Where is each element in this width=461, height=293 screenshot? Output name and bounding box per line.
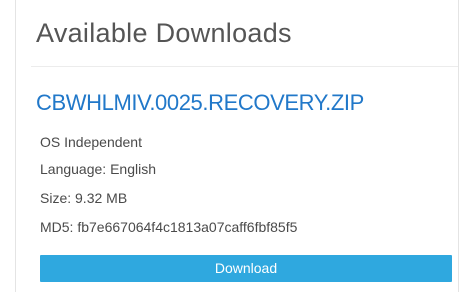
- available-downloads-panel: Available Downloads CBWHLMIV.0025.RECOVE…: [15, 0, 459, 292]
- download-button[interactable]: Download: [40, 255, 452, 282]
- section-title: Available Downloads: [36, 18, 292, 48]
- download-file-link[interactable]: CBWHLMIV.0025.RECOVERY.ZIP: [36, 92, 364, 114]
- os-info: OS Independent: [40, 134, 142, 150]
- md5-checksum: MD5: fb7e667064f4c1813a07caff6fbf85f5: [40, 219, 298, 235]
- title-divider: [31, 66, 458, 67]
- language-info: Language: English: [40, 161, 156, 177]
- file-size-info: Size: 9.32 MB: [40, 190, 128, 206]
